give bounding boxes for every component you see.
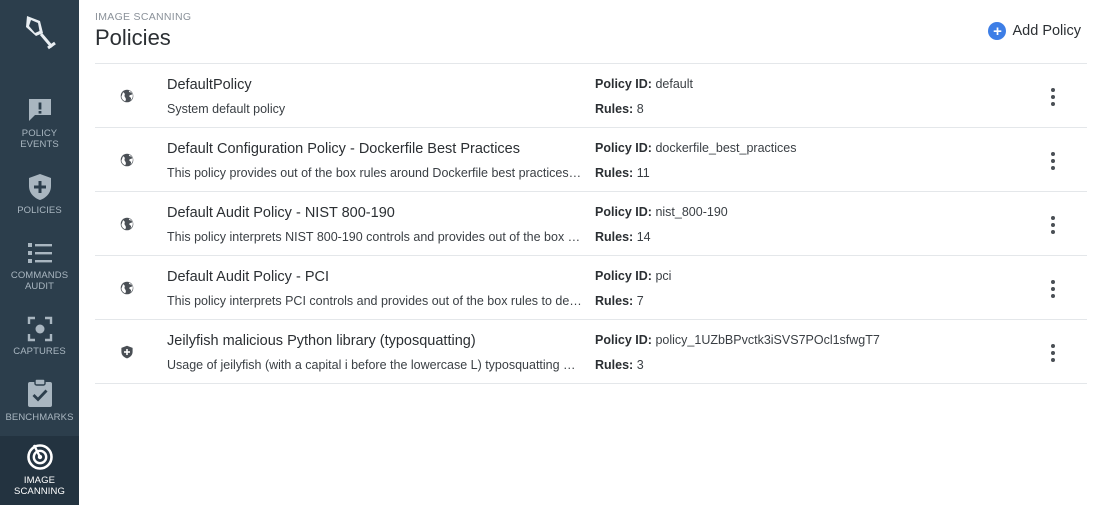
more-options-icon[interactable] (1045, 88, 1061, 106)
sidebar: Policy Events Policies Commands Audit Ca… (0, 0, 79, 505)
rules-value: 8 (636, 102, 644, 116)
more-options-icon[interactable] (1045, 152, 1061, 170)
nav-item-captures[interactable]: Captures (0, 316, 79, 357)
rules-label: Rules: (595, 358, 634, 372)
policy-name: Default Configuration Policy - Dockerfil… (167, 141, 520, 157)
policy-row[interactable]: Jeilyfish malicious Python library (typo… (95, 320, 1087, 384)
policy-list: DefaultPolicy System default policy Poli… (95, 63, 1087, 384)
nav-label: Captures (13, 346, 66, 357)
policy-name: DefaultPolicy (167, 77, 252, 93)
policy-id-value: policy_1UZbBPvctk3iSVS7POcl1sfwgT7 (655, 333, 880, 347)
policy-id: Policy ID: pci (595, 269, 671, 283)
rules-value: 3 (636, 358, 644, 372)
policy-id: Policy ID: dockerfile_best_practices (595, 141, 797, 155)
policy-row[interactable]: Default Configuration Policy - Dockerfil… (95, 128, 1087, 192)
page-header: IMAGE SCANNING Policies + Add Policy (95, 0, 1101, 64)
policy-id-value: dockerfile_best_practices (655, 141, 797, 155)
policy-description: System default policy (167, 102, 286, 116)
rules-label: Rules: (595, 294, 634, 308)
shovel-logo-icon (25, 16, 56, 50)
rules-value: 14 (636, 230, 651, 244)
policy-name: Jeilyfish malicious Python library (typo… (167, 333, 476, 349)
list-icon (27, 243, 52, 263)
add-policy-button[interactable]: + Add Policy (988, 22, 1081, 40)
policy-id-label: Policy ID: (595, 141, 652, 155)
nav-item-policy-events[interactable]: Policy Events (0, 96, 79, 150)
nav-item-commands-audit[interactable]: Commands Audit (0, 240, 79, 292)
policy-name: Default Audit Policy - NIST 800-190 (167, 205, 395, 221)
policy-id: Policy ID: default (595, 77, 693, 91)
chat-alert-icon (28, 99, 51, 121)
nav-label: Commands Audit (10, 270, 69, 292)
globe-icon (120, 153, 134, 167)
policy-id-label: Policy ID: (595, 333, 652, 347)
globe-icon (120, 217, 134, 231)
nav-label: Benchmarks (5, 412, 74, 423)
policy-id-value: pci (655, 269, 672, 283)
radar-icon (26, 444, 53, 470)
nav-item-image-scanning[interactable]: Image Scanning (0, 436, 79, 505)
page-title: Policies (95, 25, 171, 50)
policy-id-label: Policy ID: (595, 269, 652, 283)
breadcrumb: IMAGE SCANNING (95, 11, 192, 23)
policy-id-label: Policy ID: (595, 205, 652, 219)
rules-label: Rules: (595, 166, 634, 180)
policy-description: This policy interprets PCI controls and … (167, 294, 582, 308)
more-options-icon[interactable] (1045, 344, 1061, 362)
policy-name: Default Audit Policy - PCI (167, 269, 329, 285)
policy-id-value: nist_800-190 (655, 205, 728, 219)
rules-value: 11 (636, 166, 650, 180)
policy-description: Usage of jeilyfish (with a capital i bef… (167, 358, 576, 372)
globe-icon (120, 89, 134, 103)
nav-label: Policies (17, 205, 62, 216)
nav-label: Image Scanning (14, 475, 65, 497)
policy-id-label: Policy ID: (595, 77, 652, 91)
rules-label: Rules: (595, 102, 634, 116)
policy-row[interactable]: Default Audit Policy - NIST 800-190 This… (95, 192, 1087, 256)
policy-row[interactable]: DefaultPolicy System default policy Poli… (95, 64, 1087, 128)
nav-label: Policy Events (20, 128, 59, 150)
logo[interactable] (0, 0, 79, 64)
policy-description: This policy interprets NIST 800-190 cont… (167, 230, 581, 244)
policy-rules: Rules: 3 (595, 358, 644, 372)
policy-id-value: default (655, 77, 693, 91)
clipboard-check-icon (27, 378, 52, 407)
policy-rules: Rules: 14 (595, 230, 651, 244)
globe-icon (120, 281, 134, 295)
more-options-icon[interactable] (1045, 216, 1061, 234)
shield-plus-icon (28, 174, 51, 200)
rules-label: Rules: (595, 230, 634, 244)
policy-rules: Rules: 8 (595, 102, 644, 116)
shield-icon (121, 345, 133, 359)
nav-item-policies[interactable]: Policies (0, 173, 79, 216)
policy-id: Policy ID: nist_800-190 (595, 205, 728, 219)
rules-value: 7 (636, 294, 644, 308)
add-policy-label: Add Policy (1012, 23, 1081, 39)
policy-id: Policy ID: policy_1UZbBPvctk3iSVS7POcl1s… (595, 333, 880, 347)
nav-item-benchmarks[interactable]: Benchmarks (0, 378, 79, 423)
policy-row[interactable]: Default Audit Policy - PCI This policy i… (95, 256, 1087, 320)
capture-focus-icon (27, 316, 52, 342)
policy-description: This policy provides out of the box rule… (167, 166, 582, 180)
policy-rules: Rules: 11 (595, 166, 650, 180)
more-options-icon[interactable] (1045, 280, 1061, 298)
policy-rules: Rules: 7 (595, 294, 644, 308)
plus-circle-icon: + (988, 22, 1007, 40)
